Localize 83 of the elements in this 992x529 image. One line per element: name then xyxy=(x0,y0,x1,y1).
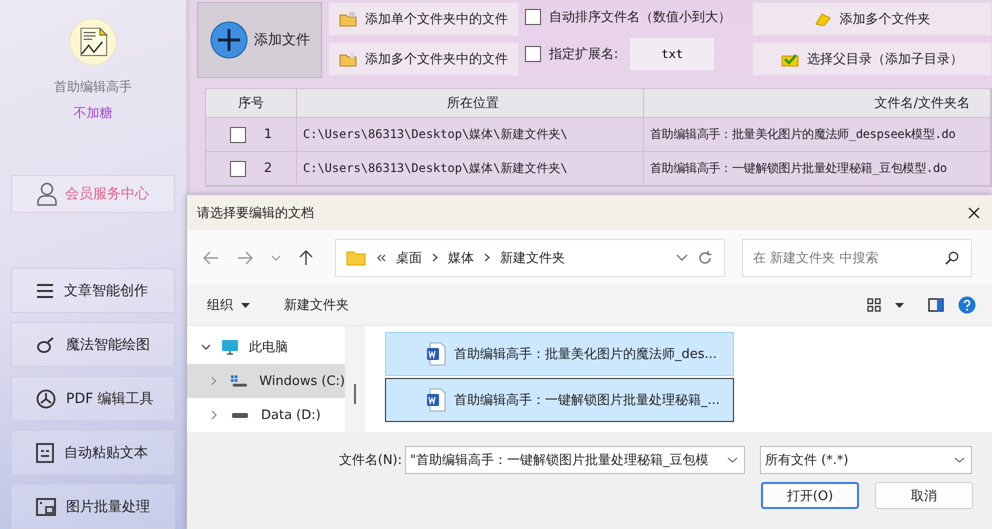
nav-item[interactable]: PDF 编辑工具 xyxy=(11,376,175,421)
nav-item[interactable]: 文章智能创作 xyxy=(11,268,175,313)
menu-lines-icon xyxy=(36,282,54,298)
breadcrumb-item[interactable]: 新建文件夹 xyxy=(500,248,565,266)
chevron-down-icon[interactable] xyxy=(271,254,281,260)
chevron-down-icon xyxy=(954,457,965,463)
caret-icon[interactable] xyxy=(895,302,904,308)
nav-item[interactable]: 自动粘贴文本 xyxy=(11,430,175,475)
drive-icon xyxy=(232,412,248,418)
plus-icon xyxy=(210,21,248,59)
filename-label: 文件名(N): xyxy=(338,452,403,469)
choose-parent-button[interactable]: 选择父目录（添加子目录） xyxy=(752,42,992,76)
refresh-icon[interactable] xyxy=(698,250,712,264)
chevron-right-icon xyxy=(209,376,218,386)
word-document-icon xyxy=(426,388,446,412)
checkbox[interactable] xyxy=(524,46,541,62)
table-cell: 首助编辑高手：一键解锁图片批量处理秘籍_豆包模型.do xyxy=(644,152,991,185)
add-single-folder-button[interactable]: 添加单个文件夹中的文件 xyxy=(328,2,519,36)
search-icon[interactable] xyxy=(945,250,959,264)
dialog-title: 请选择要编辑的文档 xyxy=(197,204,314,222)
preview-pane-icon[interactable] xyxy=(928,298,944,312)
cancel-button[interactable]: 取消 xyxy=(875,482,973,509)
new-folder-button[interactable]: 新建文件夹 xyxy=(284,296,349,314)
document-icon xyxy=(36,442,54,462)
breadcrumb-item[interactable]: 桌面 xyxy=(396,248,422,266)
row-number: 2 xyxy=(264,161,272,176)
aperture-icon xyxy=(36,388,56,408)
file-type-dropdown[interactable]: 所有文件 (*.*) xyxy=(760,446,972,474)
close-icon xyxy=(968,206,980,218)
up-arrow-icon[interactable] xyxy=(299,250,313,266)
app-name: 首助编辑高手 xyxy=(54,78,132,96)
folder-icon xyxy=(338,11,357,27)
folder-icon xyxy=(346,250,366,266)
row-checkbox[interactable] xyxy=(230,126,246,142)
monitor-icon xyxy=(221,338,239,356)
address-bar[interactable]: 桌面 媒体 新建文件夹 xyxy=(335,238,725,276)
option-label: 自动排序文件名（数值小到大） xyxy=(548,9,731,26)
chevron-right-icon xyxy=(432,253,438,262)
column-header[interactable]: 序号 xyxy=(206,89,297,117)
row-checkbox[interactable] xyxy=(230,160,246,176)
organize-menu[interactable]: 组织 xyxy=(207,296,250,314)
tree-item[interactable]: 此电脑 xyxy=(187,330,345,364)
filename-field[interactable]: "首助编辑高手：一键解锁图片批量处理秘籍_豆包模 xyxy=(405,446,745,474)
add-file-button[interactable]: 添加文件 xyxy=(197,2,322,78)
caret-icon xyxy=(241,302,250,308)
search-field[interactable]: 在 新建文件夹 中搜索 xyxy=(742,238,972,276)
app-slogan: 不加糖 xyxy=(74,104,112,122)
extension-field[interactable]: txt xyxy=(630,38,714,70)
add-multiple-folders-files-button[interactable]: 添加多个文件夹中的文件 xyxy=(328,42,519,76)
nav-item[interactable]: 图片批量处理 xyxy=(11,484,175,529)
user-icon xyxy=(37,182,57,206)
column-header[interactable]: 所在位置 xyxy=(297,89,644,117)
chevron-right-icon xyxy=(209,410,219,420)
breadcrumb-item[interactable]: 媒体 xyxy=(448,248,474,266)
help-icon[interactable] xyxy=(958,296,976,314)
table-cell: C:\Users\86313\Desktop\媒体\新建文件夹\ xyxy=(297,152,644,185)
drive-icon xyxy=(230,374,248,388)
add-folders-button[interactable]: 添加多个文件夹 xyxy=(752,2,992,36)
word-document-icon xyxy=(426,342,446,366)
column-header[interactable]: 文件名/文件夹名 xyxy=(644,89,991,117)
back-arrow-icon[interactable] xyxy=(203,250,219,264)
file-item[interactable]: 首助编辑高手：一键解锁图片批量处理秘籍_... xyxy=(385,378,734,422)
checkbox[interactable] xyxy=(524,9,541,25)
open-button[interactable]: 打开(O) xyxy=(761,482,859,509)
forward-arrow-icon[interactable] xyxy=(237,250,253,264)
table-cell: 首助编辑高手：批量美化图片的魔法师_despseek模型.do xyxy=(644,118,991,151)
row-number: 1 xyxy=(264,127,272,142)
chevron-right-icon xyxy=(484,253,490,262)
file-item[interactable]: 首助编辑高手：批量美化图片的魔法师_des... xyxy=(385,332,734,376)
nav-item[interactable]: 魔法智能绘图 xyxy=(11,322,175,367)
folder-icon xyxy=(814,12,832,26)
tree-item[interactable]: Windows (C:) xyxy=(187,364,345,398)
chevron-down-icon xyxy=(201,342,211,352)
double-chevron-icon xyxy=(376,254,386,262)
chevron-down-icon[interactable] xyxy=(676,254,688,261)
folder-icon xyxy=(338,51,357,67)
tree-item[interactable]: Data (D:) xyxy=(187,398,345,432)
option-label: 指定扩展名: xyxy=(548,46,618,63)
table-cell: C:\Users\86313\Desktop\媒体\新建文件夹\ xyxy=(297,118,644,151)
chevron-down-icon xyxy=(727,457,738,463)
grid-view-icon[interactable] xyxy=(867,298,881,312)
scrollbar-thumb[interactable] xyxy=(354,384,356,404)
image-icon xyxy=(36,498,56,516)
